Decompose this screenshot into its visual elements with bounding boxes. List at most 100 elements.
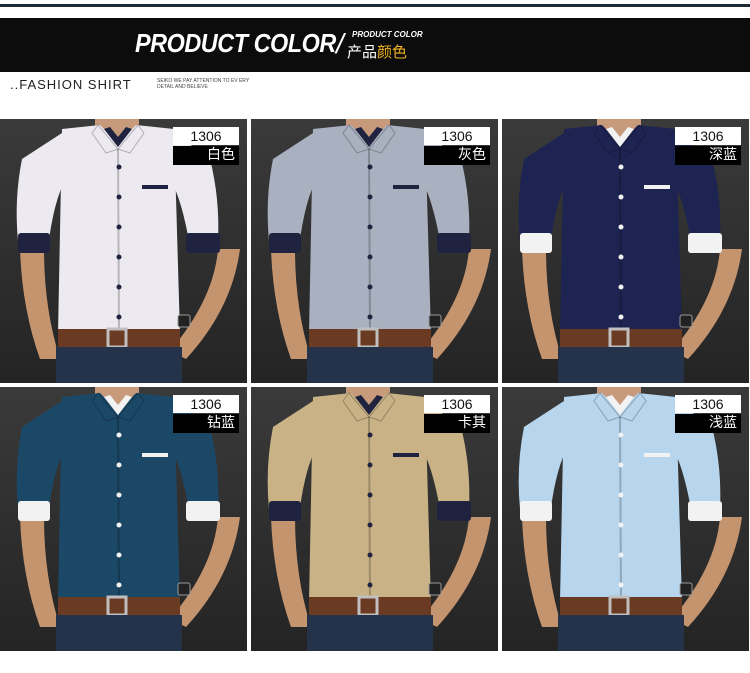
fashion-shirt-heading: ..FASHION SHIRT [10,77,132,92]
shirt-button [367,254,373,260]
jeans [56,347,182,383]
model-left-arm [522,249,562,359]
shirt-button [618,314,624,320]
shirt-left-cuff [269,501,301,521]
shirt-left-cuff [18,501,50,521]
top-rule [0,0,750,8]
shirt-button [116,552,122,558]
wrist-watch [428,582,442,596]
shirt-button [618,492,624,498]
shirt-right-cuff [186,501,220,521]
shirt-button [618,164,624,170]
product-code: 1306 [424,127,490,145]
shirt-placket [117,148,120,335]
model-left-arm [271,517,311,627]
shirt-button [367,552,373,558]
shirt-button [618,582,624,588]
wrist-watch [177,582,191,596]
color-name: 灰色 [424,146,490,165]
shirt-button [116,194,122,200]
shirt-right-cuff [688,501,722,521]
model-right-arm [672,249,742,359]
product-card[interactable]: 1306 灰色 [251,119,498,383]
product-code: 1306 [173,395,239,413]
shirt-button [116,284,122,290]
belt [58,597,180,615]
model-right-arm [421,517,491,627]
shirt-right-cuff [437,501,471,521]
product-code: 1306 [675,395,741,413]
shirt-button [618,552,624,558]
shirt-button [116,314,122,320]
product-card[interactable]: 1306 卡其 [251,387,498,651]
shirt-left-cuff [18,233,50,253]
shirt-pocket-trim [644,453,670,457]
product-code: 1306 [424,395,490,413]
shirt-button [116,492,122,498]
shirt-left-sleeve [518,401,568,515]
jeans [558,347,684,383]
banner-small-title: PRODUCT COLOR [352,30,423,39]
shirt-placket [117,416,120,603]
shirt-left-sleeve [16,133,67,247]
jeans [558,615,684,651]
wrist-watch [679,314,693,328]
shirt-button [116,432,122,438]
shirt-button [116,254,122,260]
shirt-button [367,492,373,498]
product-card[interactable]: 1306 深蓝 [502,119,749,383]
banner-title: PRODUCT COLOR [135,28,336,58]
shirt-left-cuff [520,501,552,521]
shirt-pocket-trim [393,453,419,457]
jeans [56,615,182,651]
model-left-arm [20,517,60,627]
shirt-button [618,284,624,290]
shirt-button [618,522,624,528]
product-code: 1306 [173,127,239,145]
shirt-button [367,582,373,588]
model-left-arm [20,249,60,359]
shirt-placket [368,416,371,603]
shirt-button [618,224,624,230]
shirt-button [116,582,122,588]
color-name: 浅蓝 [675,414,741,433]
shirt-button [367,164,373,170]
shirt-button [367,224,373,230]
model-left-arm [522,517,562,627]
shirt-button [618,432,624,438]
shirt-pocket-trim [644,185,670,189]
shirt-button [116,164,122,170]
shirt-button [618,462,624,468]
shirt-left-sleeve [267,401,317,515]
shirt-left-sleeve [267,133,317,247]
shirt-button [618,254,624,260]
product-label: 1306 钻蓝 [173,395,239,433]
shirt-placket [368,148,371,335]
model-right-arm [170,249,240,359]
shirt-pocket-trim [142,185,168,189]
shirt-button [367,432,373,438]
shirt-right-cuff [437,233,471,253]
shirt-placket [619,416,622,603]
shirt-button [116,462,122,468]
shirt-left-cuff [520,233,552,253]
banner-slash: / [336,28,344,59]
belt [309,329,431,347]
shirt-pocket-trim [393,185,419,189]
shirt-button [367,522,373,528]
product-grid: 1306 白色 1306 灰色 1306 深蓝 1306 钻蓝 1306 卡其 1306 浅… [0,119,750,651]
shirt-button [618,194,624,200]
product-card[interactable]: 1306 钻蓝 [0,387,247,651]
shirt-button [367,462,373,468]
banner-cn-title: 产品颜色 [347,43,408,61]
model-right-arm [421,249,491,359]
shirt-left-cuff [269,233,301,253]
product-card[interactable]: 1306 白色 [0,119,247,383]
shirt-placket [619,148,622,335]
model-right-arm [672,517,742,627]
product-label: 1306 白色 [173,127,239,165]
wrist-watch [428,314,442,328]
product-card[interactable]: 1306 浅蓝 [502,387,749,651]
shirt-button [367,194,373,200]
jeans [307,615,433,651]
